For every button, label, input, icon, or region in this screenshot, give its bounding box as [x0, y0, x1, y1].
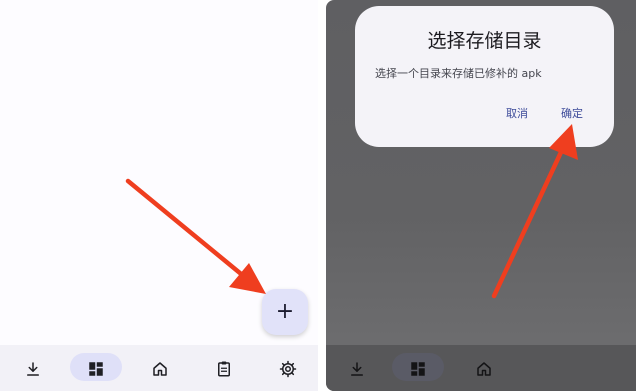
cancel-button[interactable]: 取消 [506, 105, 528, 121]
download-icon [351, 362, 363, 376]
gear-icon [279, 360, 297, 378]
nav-item-home[interactable] [148, 357, 172, 381]
dashboard-icon [411, 362, 425, 376]
nav-item-dashboard[interactable] [406, 357, 430, 381]
download-icon [27, 362, 39, 376]
nav-item-download[interactable] [21, 357, 45, 381]
left-screen: + [0, 0, 318, 391]
right-screen: 选择存储目录 选择一个目录来存储已修补的 apk 取消 确定 [326, 0, 636, 391]
home-icon [477, 362, 491, 376]
add-fab-button[interactable]: + [262, 289, 308, 335]
nav-item-dashboard[interactable] [84, 357, 108, 381]
nav-item-home[interactable] [472, 357, 496, 381]
bottom-navigation-bar-dimmed [326, 345, 636, 391]
bottom-navigation-bar [0, 345, 318, 391]
dialog-message: 选择一个目录来存储已修补的 apk [375, 67, 542, 80]
plus-icon: + [275, 299, 295, 324]
dashboard-icon [89, 362, 103, 376]
home-icon [153, 362, 167, 376]
clipboard-icon [218, 361, 230, 377]
confirm-button[interactable]: 确定 [561, 105, 583, 121]
select-directory-dialog: 选择存储目录 选择一个目录来存储已修补的 apk 取消 确定 [355, 6, 614, 147]
nav-item-download[interactable] [345, 357, 369, 381]
nav-item-clipboard[interactable] [212, 357, 236, 381]
dialog-title: 选择存储目录 [427, 30, 542, 52]
nav-item-settings[interactable] [276, 357, 300, 381]
